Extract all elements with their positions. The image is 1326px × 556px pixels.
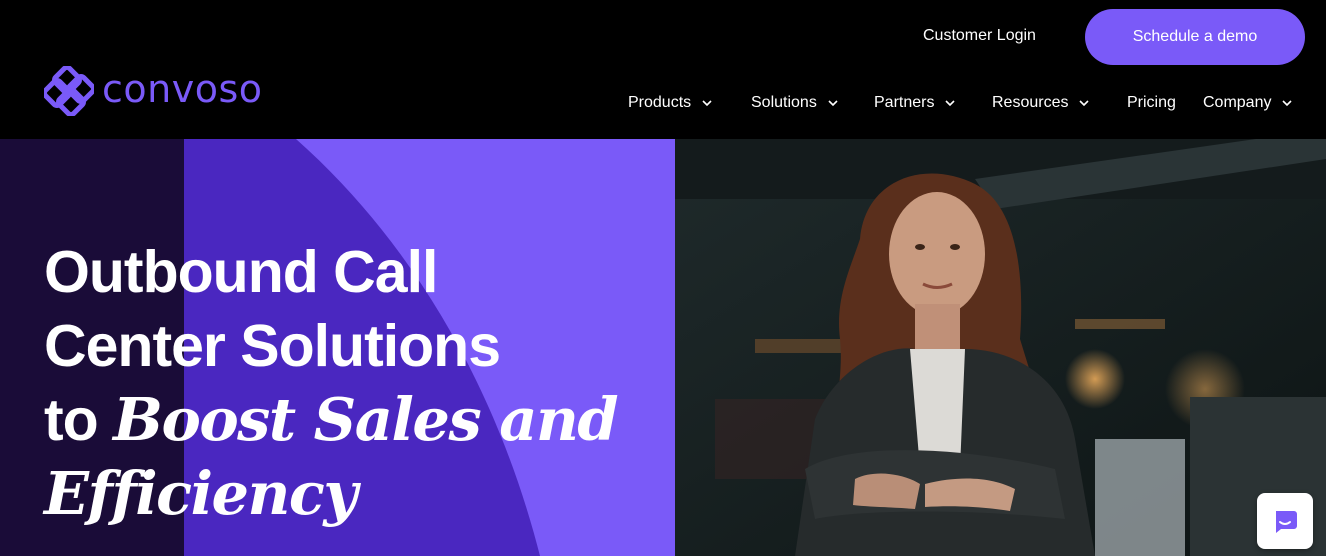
schedule-demo-button[interactable]: Schedule a demo [1085,9,1305,65]
nav-item-products[interactable]: Products [628,94,713,112]
nav-label: Pricing [1127,94,1176,111]
chat-bubble-icon [1276,511,1297,533]
chat-widget-button[interactable] [1257,493,1313,549]
nav-item-solutions[interactable]: Solutions [751,94,839,112]
hero-line-3-italic: Boost Sales and [113,385,619,454]
chevron-down-icon [702,100,712,107]
nav-label: Company [1203,94,1272,111]
site-header: convoso Customer Login Schedule a demo P… [0,0,1326,139]
nav-item-company[interactable]: Company [1203,94,1293,112]
nav-item-resources[interactable]: Resources [992,94,1090,112]
nav-label: Resources [992,94,1069,111]
chevron-down-icon [828,100,838,107]
hero-line-1: Outbound Call [44,239,438,305]
chevron-down-icon [945,100,956,107]
hero-line-3-plain: to [44,387,114,453]
nav-label: Solutions [751,94,817,111]
customer-login-link[interactable]: Customer Login [923,27,1036,45]
chevron-down-icon [1282,100,1293,107]
woman-portrait-image [675,139,1326,556]
nav-item-pricing[interactable]: Pricing [1127,94,1176,112]
hero-line-2: Center Solutions [44,313,501,379]
chevron-down-icon [1079,100,1090,107]
nav-item-partners[interactable]: Partners [874,94,956,112]
main-nav: Products Solutions Partners Resources Pr… [0,94,1326,114]
nav-label: Products [628,94,692,111]
hero-headline: Outbound Call Center Solutions to Boost … [44,235,644,531]
nav-label: Partners [874,94,935,111]
hero-section: Outbound Call Center Solutions to Boost … [0,139,1326,556]
hero-line-4-italic: Efficiency [44,459,358,528]
